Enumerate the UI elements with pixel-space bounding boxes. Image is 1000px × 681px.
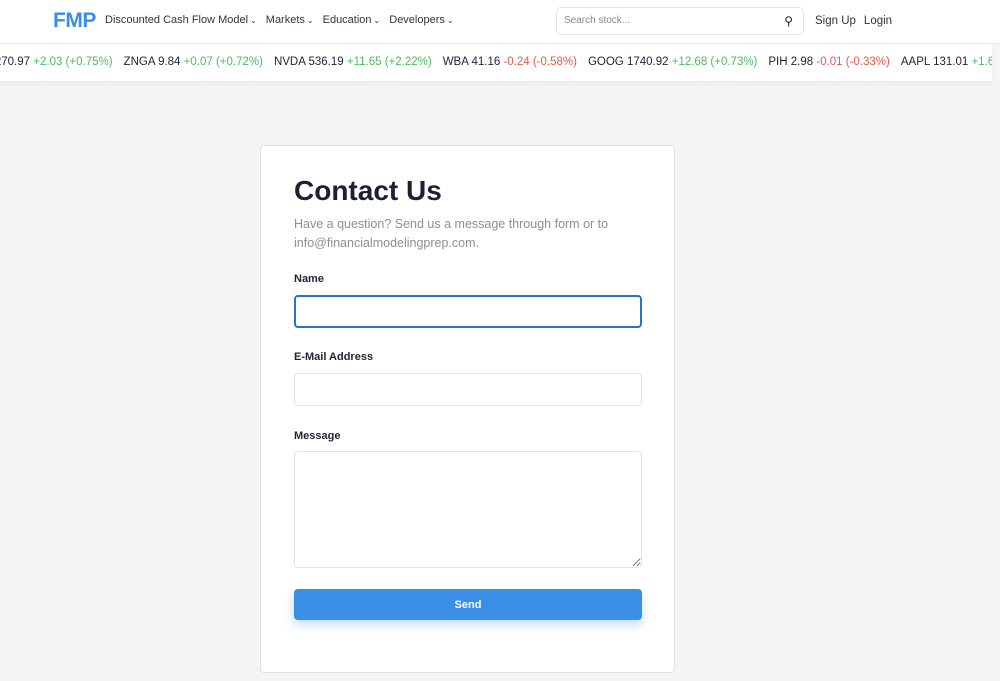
page-title: Contact Us [294,175,442,206]
message-label: Message [294,430,341,442]
ticker-symbol: WBA [442,56,469,68]
stock-search: ⚲ [556,7,804,35]
nav-education[interactable]: Education ⌄ [323,14,381,26]
ticker-price: 2.98 [790,56,814,68]
ticker-item[interactable]: WBA 41.16 -0.24 (-0.58%) [443,56,577,68]
ticker-price: 270.97 [0,56,31,68]
ticker-symbol: GOOG [587,56,624,68]
ticker-item[interactable]: AAPL 131.01 +1.6 (+1.24%) [901,56,992,68]
ticker-change: -0.01 (-0.33%) [816,56,890,68]
ticker-change: +11.65 (+2.22%) [346,56,432,68]
ticker-item[interactable]: B 270.97 +2.03 (+0.75%) [0,56,113,68]
nav-label: Markets [265,14,305,26]
nav-dcf-model[interactable]: Discounted Cash Flow Model ⌄ [105,14,257,26]
email-field[interactable] [294,373,642,406]
auth-links: Sign Up Login [815,15,892,27]
ticker-symbol: ZNGA [123,56,155,68]
top-navbar: FMP Discounted Cash Flow Model ⌄ Markets ⌄… [0,0,1000,44]
page-subtitle: Have a question? Send us a message throu… [294,217,609,250]
chevron-down-icon: ⌄ [250,16,257,25]
ticker-symbol: NVDA [273,56,306,68]
name-field[interactable] [294,295,642,328]
ticker-price: 536.19 [308,56,344,68]
login-link[interactable]: Login [864,15,892,27]
ticker-change: +1.6 (+1.24%) [971,56,992,68]
nav-markets[interactable]: Markets ⌄ [266,14,314,26]
ticker-change: -0.24 (-0.58%) [503,56,577,68]
ticker-price: 1740.92 [626,56,669,68]
email-label: E-Mail Address [294,351,374,363]
chevron-down-icon: ⌄ [306,16,314,25]
ticker-price: 41.16 [471,56,501,68]
fmp-logo[interactable]: FMP [53,9,96,33]
ticker-change: +2.03 (+0.75%) [33,56,113,68]
nav-label: Discounted Cash Flow Model [105,14,249,26]
search-input[interactable] [564,15,764,26]
ticker-item[interactable]: GOOG 1740.92 +12.68 (+0.73%) [588,56,757,68]
nav-developers[interactable]: Developers ⌄ [389,14,453,26]
ticker-change: +12.68 (+0.73%) [671,56,758,68]
message-field[interactable] [294,451,642,568]
nav-label: Education [322,14,372,26]
chevron-down-icon: ⌄ [373,16,381,25]
contact-form-card: Contact Us Have a question? Send us a me… [260,145,675,673]
main-nav: Discounted Cash Flow Model ⌄ Markets ⌄ Edu… [105,14,454,26]
ticker-item[interactable]: ZNGA 9.84 +0.07 (+0.72%) [124,56,263,68]
search-icon[interactable]: ⚲ [784,14,793,28]
send-button[interactable]: Send [294,589,642,620]
nav-label: Developers [389,14,445,26]
ticker-price: 131.01 [933,56,969,68]
ticker-change: +0.07 (+0.72%) [183,56,263,68]
ticker-item[interactable]: NVDA 536.19 +11.65 (+2.22%) [274,56,432,68]
ticker-item[interactable]: PIH 2.98 -0.01 (-0.33%) [768,56,889,68]
stock-ticker: B 270.97 +2.03 (+0.75%) ZNGA 9.84 +0.07 (… [0,44,992,81]
ticker-price: 9.84 [158,56,181,68]
chevron-down-icon: ⌄ [446,16,454,25]
ticker-symbol: PIH [768,56,788,68]
ticker-symbol: AAPL [900,56,930,68]
sign-up-link[interactable]: Sign Up [815,15,856,27]
name-label: Name [294,273,324,285]
